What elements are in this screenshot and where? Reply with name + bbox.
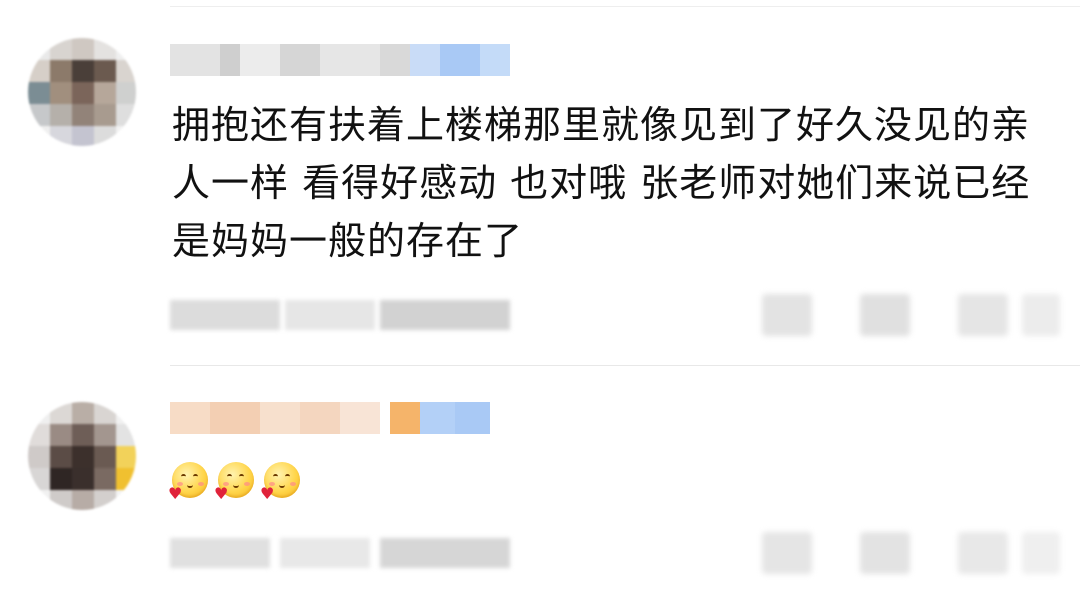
like-icon[interactable] bbox=[958, 532, 1008, 574]
more-icon[interactable] bbox=[1022, 294, 1060, 336]
comment-meta-row bbox=[170, 532, 1060, 574]
username-redacted[interactable] bbox=[170, 44, 510, 76]
username-redacted[interactable] bbox=[170, 402, 490, 434]
comment-icon[interactable] bbox=[860, 294, 910, 336]
share-icon[interactable] bbox=[762, 294, 812, 336]
avatar[interactable] bbox=[28, 402, 136, 510]
like-icon[interactable] bbox=[958, 294, 1008, 336]
comment-item: ♥ ♥ ♥ bbox=[0, 366, 1080, 611]
avatar[interactable] bbox=[28, 38, 136, 146]
love-emoji-icon: ♥ bbox=[168, 462, 208, 502]
timestamp-redacted bbox=[170, 538, 270, 568]
comment-text: 拥抱还有扶着上楼梯那里就像见到了好久没见的亲人一样 看得好感动 也对哦 张老师对… bbox=[172, 103, 1031, 263]
love-emoji-icon: ♥ bbox=[260, 462, 300, 502]
comment-meta-row bbox=[170, 294, 1060, 336]
location-redacted bbox=[280, 538, 370, 568]
reply-link-redacted[interactable] bbox=[380, 538, 510, 568]
comment-icon[interactable] bbox=[860, 532, 910, 574]
emoji-row: ♥ ♥ ♥ bbox=[168, 462, 300, 502]
love-emoji-icon: ♥ bbox=[214, 462, 254, 502]
reply-link-redacted[interactable] bbox=[380, 300, 510, 330]
more-icon[interactable] bbox=[1022, 532, 1060, 574]
comment-item: 拥抱还有扶着上楼梯那里就像见到了好久没见的亲人一样 看得好感动 也对哦 张老师对… bbox=[0, 0, 1080, 366]
location-redacted bbox=[285, 300, 375, 330]
share-icon[interactable] bbox=[762, 532, 812, 574]
timestamp-redacted bbox=[170, 300, 280, 330]
